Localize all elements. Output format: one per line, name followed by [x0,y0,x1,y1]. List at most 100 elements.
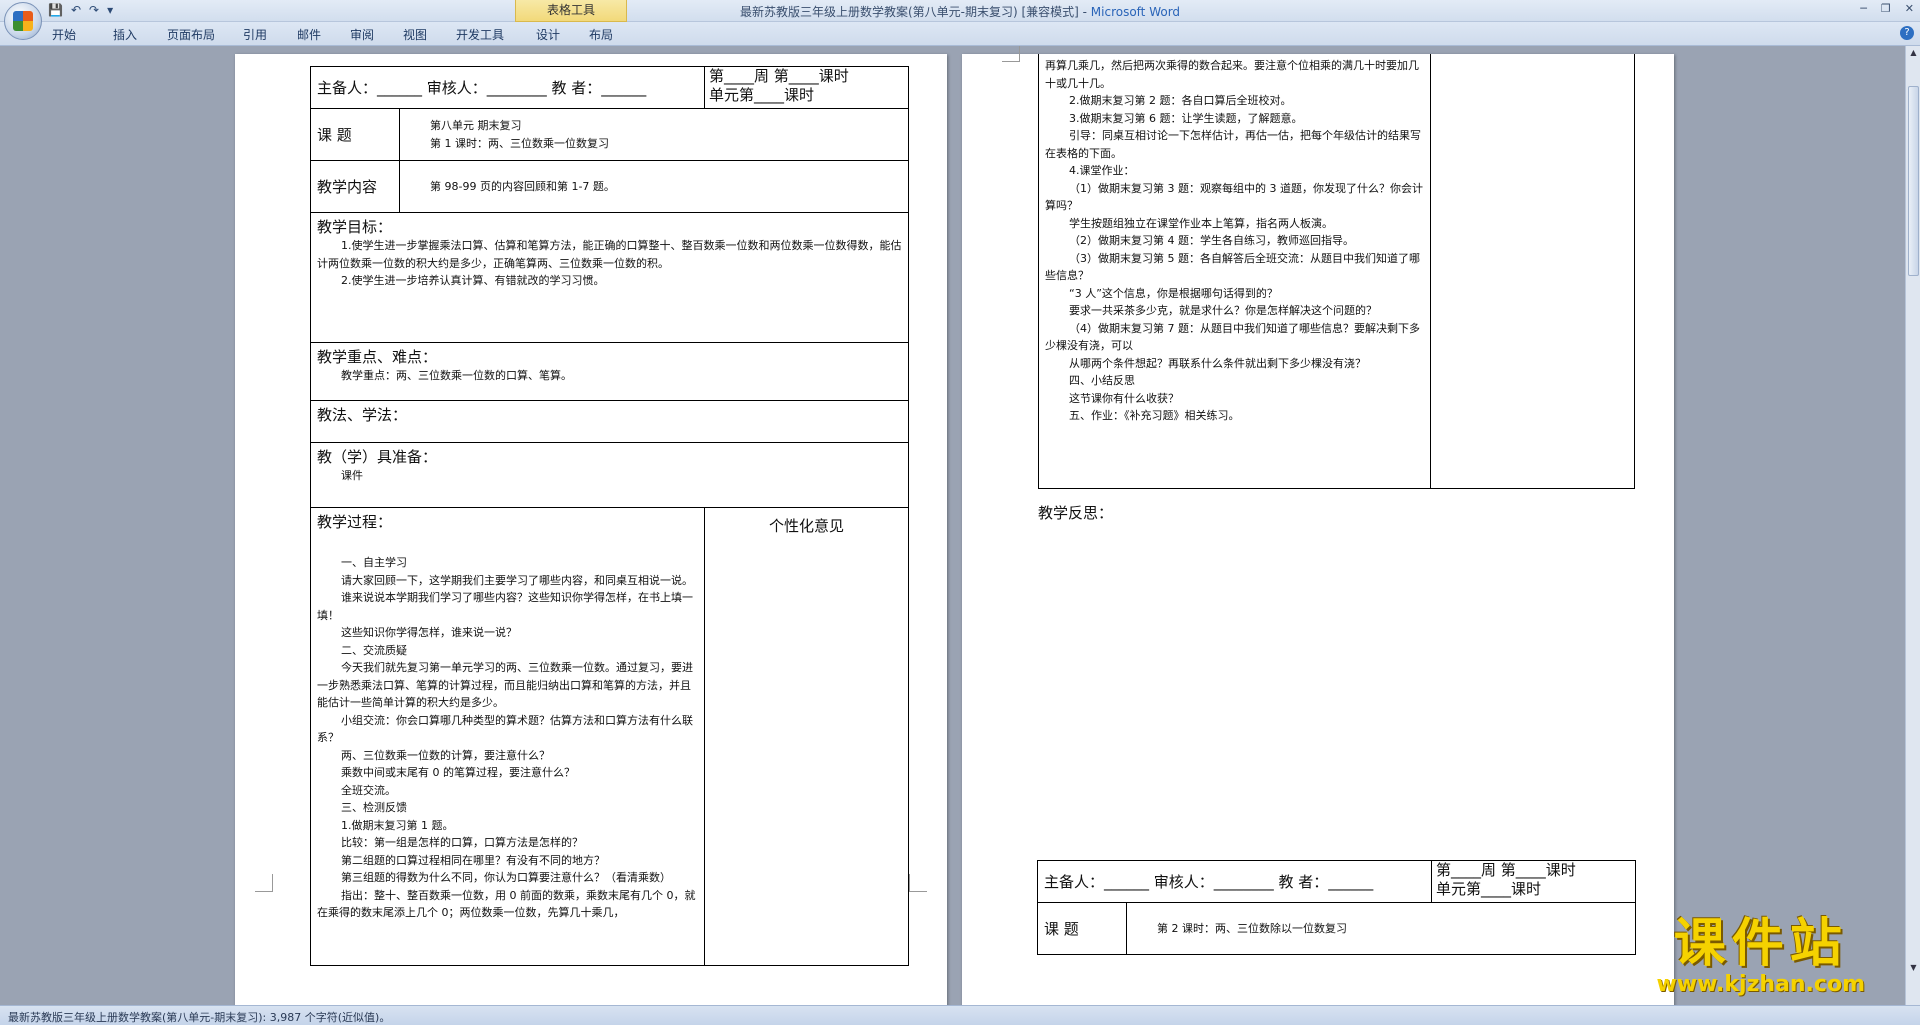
process-item: 2.做期末复习第 2 题：各自口算后全班校对。 [1069,94,1292,107]
scroll-up-icon[interactable]: ▲ [1908,48,1919,60]
office-logo-icon [13,11,33,31]
title-bar: 💾 ↶ ↷ ▾ 表格工具 最新苏教版三年级上册数学教案(第八单元-期末复习) [… [0,0,1920,40]
process-item: 比较：第一组是怎样的口算，口算方法是怎样的？ [341,836,583,849]
objective-item: 1.使学生进一步掌握乘法口算、估算和笔算方法，能正确的口算整十、整百数乘一位数和… [317,239,902,270]
tab-review[interactable]: 审阅 [350,26,374,43]
week-text: 第____周 第____课时 [1436,861,1576,879]
process-item: 要求一共采茶多少克，就是求什么？你是怎样解决这个问题的？ [1069,304,1377,317]
customize-qat-icon[interactable]: ▾ [107,3,113,17]
preparer-row[interactable]: 主备人：______ 审核人：________ 教 者：______ [310,66,705,109]
process-item: 4.课堂作业： [1069,164,1135,177]
lesson-plan-table[interactable]: 主备人：______ 审核人：________ 教 者：______ 第____… [310,66,909,966]
topic-cell[interactable]: 第八单元 期末复习 第 1 课时：两、三位数乘一位数复习 [399,108,909,161]
process-item: 全班交流。 [341,783,396,797]
process-item: 第二组题的口算过程相同在哪里？有没有不同的地方？ [341,853,605,867]
process-item: 今天我们就先复习第一单元学习的两、三位数乘一位数。通过复习，要进一步熟悉乘法口算… [317,661,693,709]
process-cell[interactable]: 教学过程： 一、自主学习 请大家回顾一下，这学期我们主要学习了哪些内容，和同桌互… [310,507,705,966]
key-points-text: 教学重点：两、三位数乘一位数的口算、笔算。 [341,369,572,382]
process-item: 小组交流：你会口算哪几种类型的算术题？估算方法和口算方法有什么联系？ [317,713,693,745]
help-icon[interactable]: ? [1900,26,1914,40]
process-label: 教学过程： [317,513,393,531]
minimize-icon[interactable]: ─ [1860,2,1867,15]
content-label: 教学内容 [310,160,400,213]
process-item: 二、交流质疑 [341,643,407,657]
process-item: 这节课你有什么收获？ [1069,391,1179,405]
week-cell[interactable]: 第____周 第____课时 单元第____课时 [1431,860,1636,903]
window-title: 最新苏教版三年级上册数学教案(第八单元-期末复习) [兼容模式] - Micro… [0,3,1920,20]
table-tools-group: 表格工具 [515,0,627,22]
unit-text: 单元第____课时 [1436,880,1542,898]
process-item: 请大家回顾一下，这学期我们主要学习了哪些内容，和同桌互相说一说。 [341,573,693,587]
undo-icon[interactable]: ↶ [71,3,81,17]
process-item: 指出：整十、整百数乘一位数，用 0 前面的数乘，乘数末尾有几个 0，就在乘得的数… [317,888,696,920]
topic-cell[interactable]: 第 2 课时：两、三位数除以一位数复习 [1126,902,1636,955]
process-item: 五、作业：《补充习题》相关练习。 [1069,409,1240,422]
document-title: 最新苏教版三年级上册数学教案(第八单元-期末复习) [兼容模式] [739,5,1079,19]
tab-home[interactable]: 开始 [52,26,76,43]
topic-line: 第八单元 期末复习 [430,119,522,132]
page-1: 主备人：______ 审核人：________ 教 者：______ 第____… [235,54,947,1005]
process-continued-cell[interactable]: 再算几乘几，然后把两次乘得的数合起来。要注意个位相乘的满几十时要加几十或几十几。… [1038,54,1431,489]
quick-access-toolbar: 💾 ↶ ↷ ▾ [48,3,113,17]
tab-page-layout[interactable]: 页面布局 [167,26,215,43]
personal-opinion-cell[interactable]: 个性化意见 [704,507,909,966]
process-item: 这些知识你学得怎样，谁来说一说？ [341,626,517,639]
key-points-cell[interactable]: 教学重点、难点： 教学重点：两、三位数乘一位数的口算、笔算。 [310,342,909,401]
process-item: 再算几乘几，然后把两次乘得的数合起来。要注意个位相乘的满几十时要加几十或几十几。 [1045,59,1419,90]
tab-references[interactable]: 引用 [243,26,267,43]
process-item: 1.做期末复习第 1 题。 [341,818,454,832]
reflection-label: 教学反思： [1038,504,1114,522]
week-text: 第____周 第____课时 [709,67,849,85]
personal-opinion-cell[interactable] [1430,54,1635,489]
preparer-row[interactable]: 主备人：______ 审核人：________ 教 者：______ [1037,860,1432,903]
topic-label: 课 题 [310,108,400,161]
key-points-label: 教学重点、难点： [317,348,438,366]
process-list: 一、自主学习 请大家回顾一下，这学期我们主要学习了哪些内容，和同桌互相说一说。 … [317,554,698,922]
tab-mailings[interactable]: 邮件 [297,26,321,43]
personal-opinion-label: 个性化意见 [768,517,844,535]
tools-cell[interactable]: 教（学）具准备： 课件 [310,442,909,508]
process-item: 学生按题组独立在课堂作业本上笔算，指名两人板演。 [1069,216,1333,230]
process-item: “3 人”这个信息，你是根据哪句话得到的？ [1069,286,1278,300]
process-item: （1）做期末复习第 3 题：观察每组中的 3 道题，你发现了什么？你会计算吗？ [1045,181,1423,213]
process-item: 第三组题的得数为什么不同，你认为口算要注意什么？（看清乘数） [341,871,671,884]
content-cell[interactable]: 第 98-99 页的内容回顾和第 1-7 题。 [399,160,909,213]
topic-label: 课 题 [1037,902,1127,955]
process-item: 从哪两个条件想起？再联系什么条件就出剩下多少棵没有浇？ [1069,356,1366,370]
save-icon[interactable]: 💾 [48,3,63,17]
topic-line: 第 1 课时：两、三位数乘一位数复习 [430,136,609,150]
method-cell[interactable]: 教法、学法： [310,400,909,443]
restore-icon[interactable]: ❐ [1881,2,1891,15]
watermark-url: www.kjzhan.com [1656,972,1865,997]
close-icon[interactable]: ✕ [1905,2,1914,15]
process-item: 四、小结反思 [1069,374,1135,387]
process-item: 3.做期末复习第 6 题：让学生读题，了解题意。 [1069,111,1303,125]
title-separator: - [1078,5,1091,19]
unit-text: 单元第____课时 [709,86,815,104]
scrollbar-thumb[interactable] [1908,86,1919,276]
objectives-cell[interactable]: 教学目标： 1.使学生进一步掌握乘法口算、估算和笔算方法，能正确的口算整十、整百… [310,212,909,343]
tab-layout[interactable]: 布局 [589,26,613,43]
tab-design[interactable]: 设计 [536,26,560,43]
page-2: 再算几乘几，然后把两次乘得的数合起来。要注意个位相乘的满几十时要加几十或几十几。… [962,46,1674,1005]
scroll-down-icon[interactable]: ▼ [1908,963,1919,975]
week-cell[interactable]: 第____周 第____课时 单元第____课时 [704,66,909,109]
office-button[interactable] [4,2,42,40]
site-watermark: 课件站 www.kjzhan.com [1656,916,1865,997]
vertical-scrollbar[interactable]: ▲ ▼ [1905,46,1920,1005]
process-item: 谁来说说本学期我们学习了哪些内容？这些知识你学得怎样，在书上填一填！ [317,591,693,622]
objective-item: 2.使学生进一步培养认真计算、有错就改的学习习惯。 [341,274,605,287]
tab-insert[interactable]: 插入 [113,26,137,43]
lesson-plan-table-2[interactable]: 主备人：______ 审核人：________ 教 者：______ 第____… [1037,860,1636,955]
tab-view[interactable]: 视图 [403,26,427,43]
document-workspace: 主备人：______ 审核人：________ 教 者：______ 第____… [0,46,1905,1005]
status-bar: 最新苏教版三年级上册数学教案(第八单元-期末复习): 3,987 个字符(近似值… [0,1005,1920,1025]
process-continued-table[interactable]: 再算几乘几，然后把两次乘得的数合起来。要注意个位相乘的满几十时要加几十或几十几。… [1038,54,1635,489]
process-item: 一、自主学习 [341,556,407,569]
watermark-logo: 课件站 [1673,914,1848,974]
tab-developer[interactable]: 开发工具 [456,26,504,43]
redo-icon[interactable]: ↷ [89,3,99,17]
tools-text: 课件 [341,469,363,482]
process-item: 乘数中间或末尾有 0 的笔算过程，要注意什么？ [341,766,575,779]
objectives-label: 教学目标： [317,218,393,236]
